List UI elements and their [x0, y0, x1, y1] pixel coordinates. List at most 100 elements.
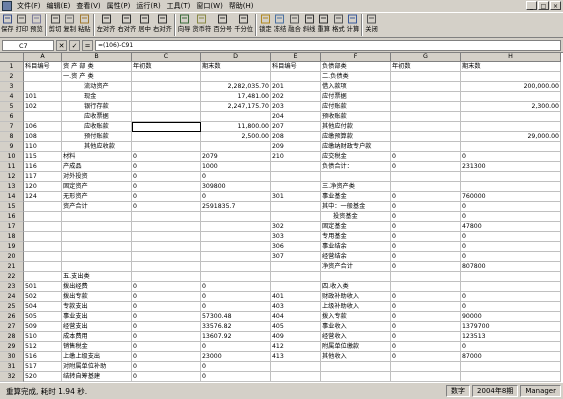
row-header[interactable]: 31: [0, 362, 24, 372]
grid-cell[interactable]: 0: [201, 372, 271, 382]
grid-cell[interactable]: [132, 142, 201, 152]
grid-cell[interactable]: [24, 262, 62, 272]
grid-cell[interactable]: 502: [24, 292, 62, 302]
row-header[interactable]: 8: [0, 132, 24, 142]
row-header[interactable]: 13: [0, 182, 24, 192]
grid-cell[interactable]: [132, 112, 201, 122]
grid-cell[interactable]: [391, 142, 461, 152]
grid-cell[interactable]: 405: [271, 322, 321, 332]
grid-cell[interactable]: 0: [132, 182, 201, 192]
grid-cell[interactable]: 208: [271, 132, 321, 142]
grid-cell[interactable]: [24, 112, 62, 122]
grid-cell[interactable]: 23000: [201, 352, 271, 362]
grid-cell[interactable]: [132, 92, 201, 102]
grid-cell[interactable]: 固定资产: [62, 182, 132, 192]
grid-cell[interactable]: [271, 212, 321, 222]
grid-cell[interactable]: [271, 172, 321, 182]
grid-cell[interactable]: 银行存款: [62, 102, 132, 112]
grid-cell[interactable]: 投资基金: [321, 212, 391, 222]
menu-item[interactable]: 查看(V): [73, 0, 103, 12]
grid-cell[interactable]: 301: [271, 192, 321, 202]
toolbar-button[interactable]: 计算: [346, 13, 361, 37]
row-header[interactable]: 4: [0, 92, 24, 102]
grid-cell[interactable]: 预收账款: [321, 112, 391, 122]
grid-cell[interactable]: 401: [271, 292, 321, 302]
grid-cell[interactable]: [24, 252, 62, 262]
grid-cell[interactable]: 经营支出: [62, 322, 132, 332]
grid-cell[interactable]: 对附属单位补助: [62, 362, 132, 372]
menu-item[interactable]: 运行(R): [133, 0, 163, 12]
grid-cell[interactable]: 借入款项: [321, 82, 391, 92]
grid-cell[interactable]: 上缴上级支出: [62, 352, 132, 362]
grid-cell[interactable]: [271, 202, 321, 212]
cell-reference-box[interactable]: C7: [2, 39, 54, 51]
grid-cell[interactable]: 110: [24, 142, 62, 152]
grid-cell[interactable]: [132, 272, 201, 282]
grid-cell[interactable]: 57300.48: [201, 312, 271, 322]
grid-cell[interactable]: 0: [132, 192, 201, 202]
grid-cell[interactable]: [24, 222, 62, 232]
grid-cell[interactable]: [321, 372, 391, 382]
grid-cell[interactable]: 期末数: [461, 62, 561, 72]
grid-cell[interactable]: 0: [132, 162, 201, 172]
row-header[interactable]: 11: [0, 162, 24, 172]
grid-cell[interactable]: 结转自筹基建: [62, 372, 132, 382]
grid-cell[interactable]: 516: [24, 352, 62, 362]
toolbar-button[interactable]: 粘贴: [77, 13, 92, 37]
grid-cell[interactable]: 0: [201, 362, 271, 372]
grid-cell[interactable]: 应收票据: [62, 112, 132, 122]
column-header[interactable]: H: [461, 53, 561, 61]
grid-cell[interactable]: 0: [391, 202, 461, 212]
app-icon[interactable]: [2, 1, 12, 11]
row-header[interactable]: 3: [0, 82, 24, 92]
row-header[interactable]: 14: [0, 192, 24, 202]
grid-cell[interactable]: [201, 142, 271, 152]
grid-cell[interactable]: [461, 282, 561, 292]
menu-item[interactable]: 帮助(H): [226, 0, 257, 12]
grid-cell[interactable]: 102: [24, 102, 62, 112]
grid-cell[interactable]: 120: [24, 182, 62, 192]
grid-cell[interactable]: 509: [24, 322, 62, 332]
grid-cell[interactable]: 0: [461, 252, 561, 262]
grid-cell[interactable]: [201, 232, 271, 242]
grid-cell[interactable]: 0: [391, 332, 461, 342]
row-header[interactable]: 21: [0, 262, 24, 272]
toolbar-button[interactable]: 冻结: [273, 13, 288, 37]
grid-cell[interactable]: 附属单位缴款: [321, 342, 391, 352]
grid-cell[interactable]: 0: [132, 342, 201, 352]
grid-cell[interactable]: 一.资 产 类: [62, 72, 132, 82]
toolbar-button[interactable]: 居中: [137, 13, 152, 37]
grid-cell[interactable]: 33576.82: [201, 322, 271, 332]
grid-cell[interactable]: 306: [271, 242, 321, 252]
grid-cell[interactable]: 0: [132, 172, 201, 182]
grid-cell[interactable]: [271, 362, 321, 372]
column-header[interactable]: D: [201, 53, 271, 61]
grid-cell[interactable]: 0: [201, 282, 271, 292]
row-header[interactable]: 26: [0, 312, 24, 322]
grid-cell[interactable]: 0: [132, 152, 201, 162]
grid-cell[interactable]: [132, 212, 201, 222]
close-window-button[interactable]: ×: [550, 1, 561, 10]
grid-cell[interactable]: [62, 212, 132, 222]
grid-cell[interactable]: 年初数: [391, 62, 461, 72]
grid-cell[interactable]: 204: [271, 112, 321, 122]
grid-cell[interactable]: 其他应收款: [62, 142, 132, 152]
grid-cell[interactable]: 事业结余: [321, 242, 391, 252]
toolbar-button[interactable]: 右对齐: [152, 13, 173, 37]
grid-cell[interactable]: 0: [391, 342, 461, 352]
grid-cell[interactable]: 负债部类: [321, 62, 391, 72]
grid-cell[interactable]: [461, 182, 561, 192]
column-header[interactable]: G: [391, 53, 461, 61]
grid-cell[interactable]: [271, 372, 321, 382]
grid-cell[interactable]: 其中：一般基金: [321, 202, 391, 212]
column-header[interactable]: B: [62, 53, 132, 61]
toolbar-button[interactable]: 百分号: [212, 13, 233, 37]
grid-cell[interactable]: 无形资产: [62, 192, 132, 202]
grid-cell[interactable]: 101: [24, 92, 62, 102]
grid-cell[interactable]: 11,800.00: [201, 122, 271, 132]
grid-cell[interactable]: 应付票据: [321, 92, 391, 102]
grid-cell[interactable]: 0: [461, 292, 561, 302]
grid-cell[interactable]: [24, 72, 62, 82]
grid-cell[interactable]: 29,000.00: [461, 132, 561, 142]
grid-cell[interactable]: 三.净资产类: [321, 182, 391, 192]
